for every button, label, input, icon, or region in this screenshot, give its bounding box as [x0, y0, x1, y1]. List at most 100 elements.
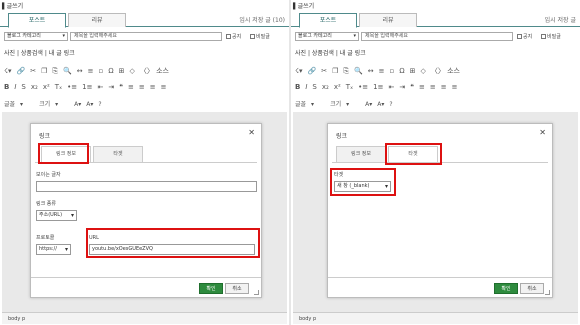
text-color-button[interactable]: A▾: [365, 101, 372, 108]
link-icon[interactable]: 🔗: [308, 67, 317, 75]
resize-grip-icon[interactable]: [254, 290, 259, 295]
clear-format-button[interactable]: Tₓ: [346, 83, 353, 91]
cut-icon[interactable]: ✂: [30, 67, 36, 75]
quote-icon[interactable]: ❝: [410, 83, 414, 91]
paste-icon[interactable]: ⎘: [343, 67, 349, 76]
bold-button[interactable]: B: [4, 83, 9, 91]
omega-icon[interactable]: Ω: [399, 67, 404, 75]
align-center-icon[interactable]: ≡: [430, 83, 436, 91]
draft-count[interactable]: 임시 저장 글 (10): [239, 15, 285, 24]
strike-button[interactable]: S: [312, 83, 316, 91]
protocol-select[interactable]: https://: [36, 244, 71, 255]
bg-color-button[interactable]: A▾: [86, 101, 93, 108]
toolbar-btn[interactable]: ☇▾: [295, 67, 303, 75]
secret-checkbox[interactable]: 비밀글: [541, 33, 561, 40]
bg-color-button[interactable]: A▾: [377, 101, 384, 108]
diamond-icon[interactable]: ◇: [129, 67, 134, 75]
size-select[interactable]: 크기: [330, 99, 341, 108]
table-icon[interactable]: ≡: [88, 67, 94, 75]
link-type-select[interactable]: 주소(URL): [36, 210, 77, 221]
draft-count[interactable]: 임시 저장 글: [545, 15, 576, 24]
number-list-icon[interactable]: 1≡: [82, 83, 92, 91]
tab-review[interactable]: 리뷰: [359, 13, 417, 27]
superscript-button[interactable]: x²: [43, 83, 50, 91]
find-icon[interactable]: 🔍: [354, 67, 363, 75]
ok-button[interactable]: 확인: [494, 283, 518, 294]
tab-link-info[interactable]: 링크 정보: [336, 146, 386, 162]
align-right-icon[interactable]: ≡: [150, 83, 156, 91]
align-left-icon[interactable]: ≡: [128, 83, 134, 91]
help-icon[interactable]: ?: [98, 101, 101, 108]
number-list-icon[interactable]: 1≡: [373, 83, 383, 91]
subscript-button[interactable]: x₂: [31, 83, 38, 91]
source-button[interactable]: 〈〉 소스: [431, 66, 460, 76]
category-select[interactable]: 블로그 카테고리: [295, 32, 359, 41]
font-select[interactable]: 글꼴: [4, 99, 15, 108]
align-justify-icon[interactable]: ≡: [452, 83, 458, 91]
secret-checkbox[interactable]: 비밀글: [250, 33, 270, 40]
cancel-button[interactable]: 취소: [225, 283, 249, 294]
display-text-input[interactable]: [36, 181, 257, 192]
chevron-down-icon[interactable]: ▾: [346, 101, 349, 108]
help-icon[interactable]: ?: [389, 101, 392, 108]
bullet-list-icon[interactable]: •≡: [358, 83, 368, 91]
strike-button[interactable]: S: [21, 83, 25, 91]
grid-icon[interactable]: ⊞: [119, 67, 125, 75]
chevron-down-icon[interactable]: ▾: [20, 101, 23, 108]
find-icon[interactable]: 🔍: [63, 67, 72, 75]
align-center-icon[interactable]: ≡: [139, 83, 145, 91]
cancel-button[interactable]: 취소: [520, 283, 544, 294]
link-icon[interactable]: 🔗: [17, 67, 26, 75]
close-icon[interactable]: ✕: [539, 128, 546, 137]
tab-review[interactable]: 리뷰: [68, 13, 126, 27]
category-select[interactable]: 블로그 카테고리: [4, 32, 68, 41]
align-right-icon[interactable]: ≡: [441, 83, 447, 91]
bullet-list-icon[interactable]: •≡: [67, 83, 77, 91]
omega-icon[interactable]: Ω: [108, 67, 113, 75]
indent-icon[interactable]: ⇥: [399, 83, 405, 91]
font-select[interactable]: 글꼴: [295, 99, 306, 108]
italic-button[interactable]: I: [305, 83, 307, 91]
window-title: ▌글쓰기: [293, 3, 315, 10]
tab-target[interactable]: 타겟: [93, 146, 143, 162]
resize-grip-icon[interactable]: [545, 290, 550, 295]
chevron-down-icon[interactable]: ▾: [311, 101, 314, 108]
title-input[interactable]: 제목을 입력해주세요: [70, 32, 222, 41]
outdent-icon[interactable]: ⇤: [389, 83, 395, 91]
align-left-icon[interactable]: ≡: [419, 83, 425, 91]
notice-checkbox[interactable]: 공지: [226, 33, 241, 40]
replace-icon[interactable]: ↔: [77, 67, 83, 75]
clear-format-button[interactable]: Tₓ: [55, 83, 62, 91]
tab-post[interactable]: 포스트: [8, 13, 66, 28]
text-color-button[interactable]: A▾: [74, 101, 81, 108]
table-icon[interactable]: ≡: [379, 67, 385, 75]
size-select[interactable]: 크기: [39, 99, 50, 108]
title-input[interactable]: 제목을 입력해주세요: [361, 32, 513, 41]
ok-button[interactable]: 확인: [199, 283, 223, 294]
diamond-icon[interactable]: ◇: [420, 67, 425, 75]
replace-icon[interactable]: ↔: [368, 67, 374, 75]
align-justify-icon[interactable]: ≡: [161, 83, 167, 91]
copy-icon[interactable]: ❐: [41, 67, 47, 75]
tab-post[interactable]: 포스트: [299, 13, 357, 28]
bold-button[interactable]: B: [295, 83, 300, 91]
toolbar-btn[interactable]: ☇▾: [4, 67, 12, 75]
box-icon[interactable]: ▫: [98, 67, 103, 75]
close-icon[interactable]: ✕: [248, 128, 255, 137]
superscript-button[interactable]: x²: [334, 83, 341, 91]
paste-icon[interactable]: ⎘: [52, 67, 58, 76]
insert-bar[interactable]: 사진 | 상품검색 | 내 글 링크: [295, 48, 366, 57]
notice-checkbox[interactable]: 공지: [517, 33, 532, 40]
indent-icon[interactable]: ⇥: [108, 83, 114, 91]
source-button[interactable]: 〈〉 소스: [140, 66, 169, 76]
subscript-button[interactable]: x₂: [322, 83, 329, 91]
insert-bar[interactable]: 사진 | 상품검색 | 내 글 링크: [4, 48, 75, 57]
cut-icon[interactable]: ✂: [321, 67, 327, 75]
outdent-icon[interactable]: ⇤: [98, 83, 104, 91]
copy-icon[interactable]: ❐: [332, 67, 338, 75]
chevron-down-icon[interactable]: ▾: [55, 101, 58, 108]
italic-button[interactable]: I: [14, 83, 16, 91]
box-icon[interactable]: ▫: [389, 67, 394, 75]
grid-icon[interactable]: ⊞: [410, 67, 416, 75]
quote-icon[interactable]: ❝: [119, 83, 123, 91]
